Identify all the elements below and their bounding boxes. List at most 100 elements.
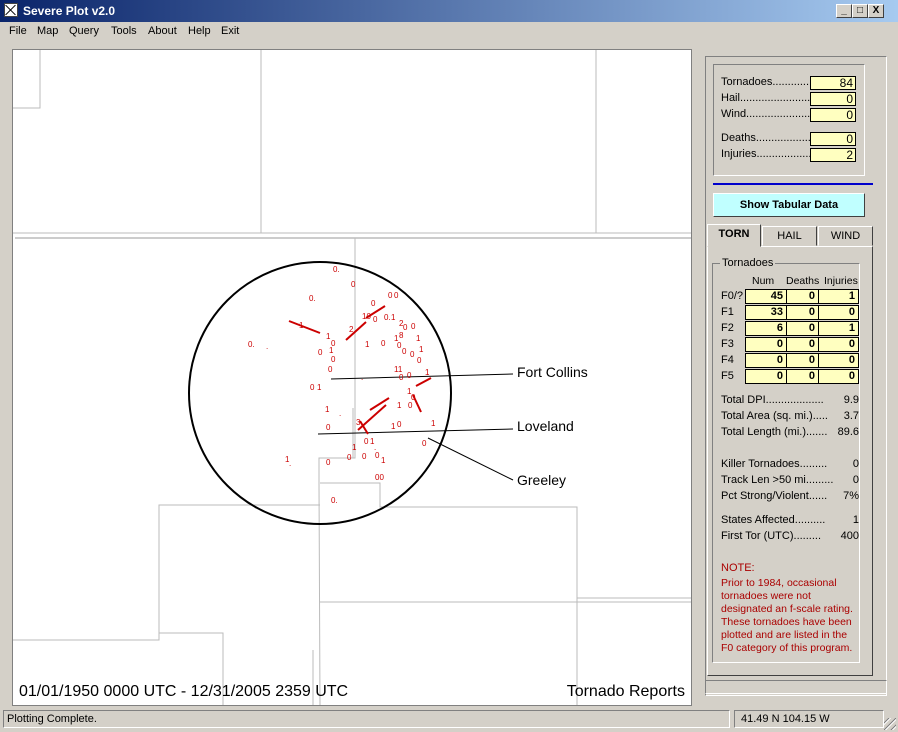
tornadoes-group-title: Tornadoes: [720, 257, 776, 269]
menu-query[interactable]: Query: [69, 25, 99, 37]
stat-pct-strong-label: Pct Strong/Violent......: [721, 490, 828, 502]
f0-num: 45: [745, 289, 787, 304]
marker-44: 1: [325, 405, 330, 414]
menu-file[interactable]: File: [9, 25, 27, 37]
summary-hail-label: Hail.........................: [721, 92, 817, 104]
row-label-f1: F1: [721, 306, 734, 318]
app-icon[interactable]: [4, 3, 18, 17]
summary-wind-label: Wind........................: [721, 108, 820, 120]
marker-48: 3: [356, 418, 361, 427]
summary-wind-value: 0: [810, 108, 856, 122]
note-text: Prior to 1984, occasional tornadoes were…: [721, 577, 853, 654]
marker-29: 1: [419, 345, 424, 354]
f5-deaths: 0: [786, 369, 819, 384]
marker-15: 2: [349, 325, 354, 334]
marker-61: 0: [422, 439, 427, 448]
marker-65: 0.: [331, 496, 338, 505]
date-range-label: 01/01/1950 0000 UTC - 12/31/2005 2359 UT…: [19, 683, 349, 700]
stat-track-len-label: Track Len >50 mi.........: [721, 474, 834, 486]
summary-injuries-value: 2: [810, 148, 856, 162]
row-label-f5: F5: [721, 370, 734, 382]
row-label-f2: F2: [721, 322, 734, 334]
menu-exit[interactable]: Exit: [221, 25, 239, 37]
resize-grip-icon[interactable]: [884, 718, 896, 730]
marker-57: 0: [362, 452, 367, 461]
stat-states-affected: States Affected.......... 1: [721, 514, 859, 528]
marker-31: 1: [416, 334, 421, 343]
menu-help[interactable]: Help: [188, 25, 211, 37]
marker-10: 1: [391, 313, 396, 322]
stat-track-len: Track Len >50 mi......... 0: [721, 474, 859, 488]
marker-24: 0: [381, 339, 386, 348]
tab-hail[interactable]: HAIL: [762, 226, 817, 246]
summary-box: Tornadoes............ 84 Hail...........…: [713, 64, 865, 176]
menu-about[interactable]: About: [148, 25, 177, 37]
maximize-button[interactable]: □: [852, 4, 868, 18]
close-button[interactable]: X: [868, 4, 884, 18]
f2-injuries: 1: [818, 321, 859, 336]
marker-30: 8: [399, 331, 404, 340]
marker-9: 0.: [384, 313, 391, 322]
summary-wind: Wind........................ 0: [721, 108, 861, 122]
stat-first-tor: First Tor (UTC)......... 400: [721, 530, 859, 544]
marker-60: 0: [326, 458, 331, 467]
marker-38: 1: [425, 368, 430, 377]
menu-map[interactable]: Map: [37, 25, 58, 37]
stat-total-length: Total Length (mi.)....... 89.6: [721, 426, 859, 440]
menu-tools[interactable]: Tools: [111, 25, 137, 37]
marker-19: .: [266, 342, 268, 351]
stat-total-dpi: Total DPI................... 9.9: [721, 394, 859, 408]
progress-bar: [705, 680, 887, 694]
summary-deaths-value: 0: [810, 132, 856, 146]
marker-45: .: [339, 409, 341, 418]
stat-first-tor-value: 400: [840, 530, 859, 542]
marker-20: 0: [318, 348, 323, 357]
city-label-loveland: Loveland: [517, 418, 574, 434]
map-graphics: 0. 0. 0 0 0 0 10 0 0. 1 2 0 0 1 2 1 0 0.…: [13, 50, 691, 705]
marker-14: 1: [299, 321, 304, 330]
marker-47: 0: [326, 423, 331, 432]
marker-49: 1: [391, 422, 396, 431]
marker-8: 0: [373, 315, 378, 324]
marker-32: 0: [417, 356, 422, 365]
summary-deaths: Deaths.................... 0: [721, 132, 861, 146]
stat-total-area-label: Total Area (sq. mi.).....: [721, 410, 828, 422]
marker-34: .: [361, 373, 363, 382]
f1-injuries: 0: [818, 305, 859, 320]
marker-18: 0.: [248, 340, 255, 349]
tab-wind[interactable]: WIND: [818, 226, 873, 246]
f3-injuries: 0: [818, 337, 859, 352]
stat-total-area-value: 3.7: [843, 410, 859, 422]
marker-13: 0: [411, 322, 416, 331]
marker-52: 0: [364, 437, 369, 446]
summary-hail: Hail......................... 0: [721, 92, 861, 106]
marker-21: 1: [329, 346, 334, 355]
stat-first-tor-label: First Tor (UTC).........: [721, 530, 822, 542]
marker-36: 0: [399, 373, 404, 382]
label-leader-lines: [317, 373, 514, 481]
stat-states-affected-label: States Affected..........: [721, 514, 826, 526]
f4-injuries: 0: [818, 353, 859, 368]
marker-46: 1: [397, 401, 402, 410]
f1-deaths: 0: [786, 305, 819, 320]
marker-55: 1: [352, 443, 357, 452]
show-tabular-data-button[interactable]: Show Tabular Data: [713, 193, 865, 217]
stat-killer-tornadoes-label: Killer Tornadoes.........: [721, 458, 828, 470]
summary-tornadoes: Tornadoes............ 84: [721, 76, 861, 90]
city-label-greeley: Greeley: [517, 472, 567, 488]
col-header-deaths: Deaths: [786, 275, 820, 287]
f2-deaths: 0: [786, 321, 819, 336]
f4-num: 0: [745, 353, 787, 368]
marker-28: 0: [410, 350, 415, 359]
stat-states-affected-value: 1: [852, 514, 859, 526]
minimize-button[interactable]: _: [836, 4, 852, 18]
marker-1: 0.: [333, 265, 340, 274]
stat-pct-strong-value: 7%: [843, 490, 859, 502]
title-bar: Severe Plot v2.0 _ □ X: [0, 0, 898, 22]
tab-torn[interactable]: TORN: [707, 224, 761, 247]
map-canvas[interactable]: 0. 0. 0 0 0 0 10 0 0. 1 2 0 0 1 2 1 0 0.…: [12, 49, 692, 706]
f0-injuries: 1: [818, 289, 859, 304]
marker-22: 0: [331, 355, 336, 364]
summary-hail-value: 0: [810, 92, 856, 106]
marker-37: 0: [407, 371, 412, 380]
